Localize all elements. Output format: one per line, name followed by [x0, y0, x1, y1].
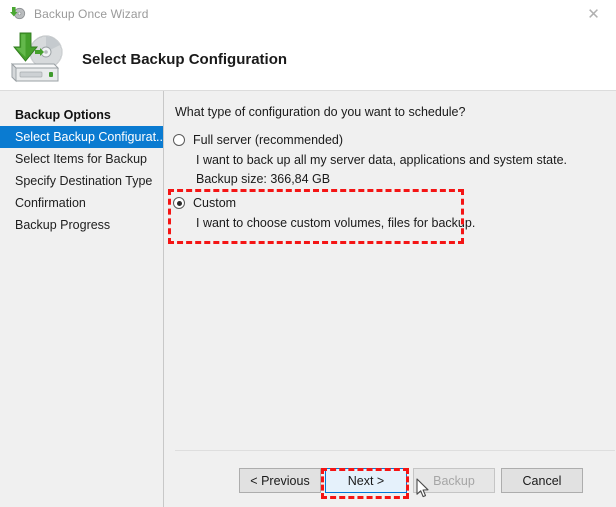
sidebar-item-backup-options: Backup Options — [0, 104, 163, 126]
radio-button-full-server[interactable] — [173, 134, 185, 146]
window-title: Backup Once Wizard — [34, 7, 149, 21]
mouse-cursor-icon — [416, 478, 430, 499]
sidebar-item-specify-destination-type[interactable]: Specify Destination Type — [0, 170, 163, 192]
backup-drive-disc-icon — [8, 31, 70, 87]
wizard-button-bar: < Previous Next > Backup Cancel — [165, 451, 616, 507]
sidebar-item-backup-progress[interactable]: Backup Progress — [0, 214, 163, 236]
radio-button-custom[interactable] — [173, 197, 185, 209]
backup-disc-icon — [8, 5, 26, 23]
option-full-server[interactable]: Full server (recommended) I want to back… — [173, 131, 567, 186]
wizard-steps-sidebar: Backup Options Select Backup Configurat.… — [0, 91, 164, 507]
radio-row-custom[interactable]: Custom — [173, 194, 475, 212]
page-title: Select Backup Configuration — [82, 51, 287, 68]
option-description-full-server: I want to back up all my server data, ap… — [196, 153, 567, 167]
option-custom[interactable]: Custom I want to choose custom volumes, … — [173, 194, 475, 230]
configuration-options-area: What type of configuration do you want t… — [165, 91, 616, 449]
sidebar-item-confirmation[interactable]: Confirmation — [0, 192, 163, 214]
sidebar-item-select-backup-configuration[interactable]: Select Backup Configurat... — [0, 126, 163, 148]
option-label-custom: Custom — [193, 196, 236, 210]
close-icon[interactable]: ✕ — [571, 0, 616, 28]
previous-button[interactable]: < Previous — [239, 468, 321, 493]
radio-row-full-server[interactable]: Full server (recommended) — [173, 131, 567, 149]
wizard-header: Select Backup Configuration — [0, 28, 616, 90]
wizard-body: Backup Options Select Backup Configurat.… — [0, 91, 616, 507]
option-label-full-server: Full server (recommended) — [193, 133, 343, 147]
configuration-question: What type of configuration do you want t… — [175, 105, 465, 119]
sidebar-item-select-items-for-backup[interactable]: Select Items for Backup — [0, 148, 163, 170]
backup-size-text: Backup size: 366,84 GB — [196, 172, 567, 186]
title-bar: Backup Once Wizard ✕ — [0, 0, 616, 28]
next-button[interactable]: Next > — [325, 468, 407, 493]
wizard-content-panel: What type of configuration do you want t… — [165, 91, 616, 507]
cancel-button[interactable]: Cancel — [501, 468, 583, 493]
backup-once-wizard-window: Backup Once Wizard ✕ — [0, 0, 616, 507]
option-description-custom: I want to choose custom volumes, files f… — [196, 216, 475, 230]
